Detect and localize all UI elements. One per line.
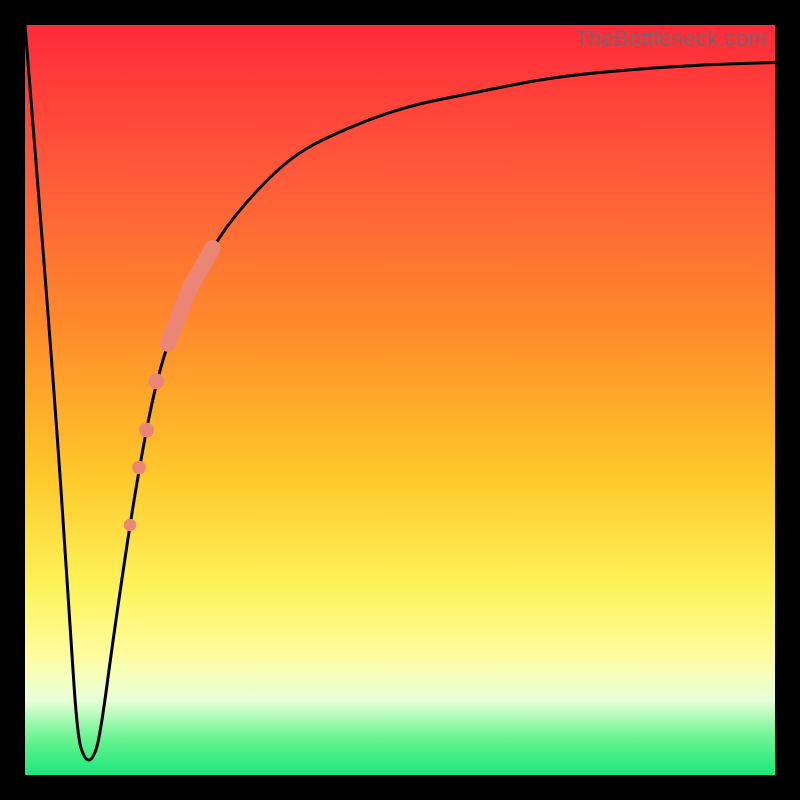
highlight-dot [132,461,146,475]
chart-frame: TheBottleneck.com [0,0,800,800]
highlight-dot [139,423,154,438]
highlight-segment [168,248,213,344]
chart-svg [25,25,775,775]
highlight-dot [124,519,136,531]
plot-area: TheBottleneck.com [25,25,775,775]
highlight-dot [148,373,164,389]
bottleneck-curve-path [25,25,775,760]
